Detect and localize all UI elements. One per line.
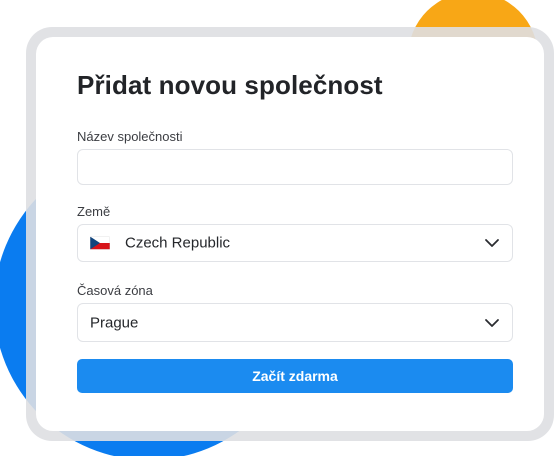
timezone-label: Časová zóna <box>77 283 153 298</box>
start-free-button[interactable]: Začít zdarma <box>77 359 513 393</box>
company-name-field[interactable] <box>77 149 513 185</box>
chevron-down-icon <box>485 318 499 327</box>
czech-flag-icon <box>90 236 110 250</box>
signup-stage: Přidat novou společnost Název společnost… <box>0 0 555 456</box>
timezone-select[interactable]: Prague <box>77 303 513 342</box>
page-title: Přidat novou společnost <box>77 70 383 100</box>
company-name-input[interactable] <box>78 150 512 184</box>
timezone-selected-value: Prague <box>90 314 139 331</box>
company-name-label: Název společnosti <box>77 129 183 144</box>
country-label: Země <box>77 204 111 219</box>
country-select[interactable]: Czech Republic <box>77 224 513 262</box>
country-selected-value: Czech Republic <box>125 234 231 252</box>
chevron-down-icon <box>485 239 499 247</box>
